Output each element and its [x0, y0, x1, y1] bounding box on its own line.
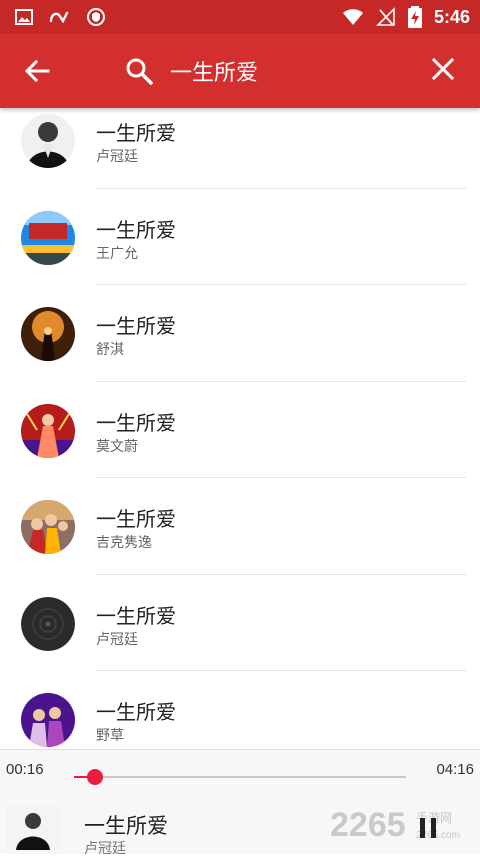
result-item[interactable]: 一生所爱 吉克隽逸: [0, 478, 480, 575]
vinyl-record-icon: [21, 596, 75, 651]
now-playing-title: 一生所爱: [84, 814, 168, 838]
song-title: 一生所爱: [96, 410, 176, 435]
shield-icon: [87, 8, 105, 26]
pause-icon[interactable]: [414, 814, 442, 842]
song-artist: 莫文蔚: [96, 438, 138, 455]
cloud-music-icon: [49, 11, 69, 24]
status-bar: 5:46: [0, 0, 480, 34]
now-playing-artist: 卢冠廷: [84, 841, 126, 857]
album-cover-stage-icon: [21, 693, 75, 747]
song-artist: 卢冠廷: [96, 631, 138, 648]
album-cover-movie-icon: [21, 307, 75, 361]
album-cover-performer-icon: [21, 403, 75, 458]
song-title: 一生所爱: [96, 217, 176, 242]
elapsed-time: 00:16: [6, 761, 44, 778]
status-time: 5:46: [433, 6, 470, 27]
search-app-bar: [0, 34, 480, 108]
wifi-icon: [342, 9, 363, 25]
song-artist: 卢冠廷: [96, 149, 138, 165]
clear-search-icon[interactable]: [428, 54, 458, 84]
site-watermark-logo: 2265 手游网 2265.com: [330, 806, 460, 844]
now-playing-cover[interactable]: [6, 806, 60, 850]
mini-player: 00:16 04:16 一生所爱 卢冠廷 2265 手游网 2265.com: [0, 749, 480, 857]
song-title: 一生所爱: [96, 507, 176, 531]
result-item[interactable]: 一生所爱 舒淇: [0, 285, 480, 382]
result-item[interactable]: 一生所爱 野草: [0, 671, 480, 749]
status-system-icons: 5:46: [342, 6, 470, 28]
result-item[interactable]: 一生所爱 莫文蔚: [0, 382, 480, 478]
song-title: 一生所爱: [96, 700, 176, 724]
result-item[interactable]: 一生所爱 卢冠廷: [0, 575, 480, 671]
no-signal-icon: [376, 7, 395, 26]
battery-charging-icon: [407, 6, 422, 28]
song-artist: 吉克隽逸: [96, 535, 152, 551]
song-artist: 王广允: [96, 245, 138, 262]
song-title: 一生所爱: [96, 603, 176, 628]
search-results-list: 一生所爱 卢冠廷 一生所爱 王广允 一生所爱 舒淇 一生所爱 莫文蔚 一生所爱 …: [0, 92, 480, 749]
song-artist: 野草: [96, 728, 124, 744]
gallery-icon: [15, 9, 33, 25]
seek-bar[interactable]: [74, 769, 406, 785]
album-cover-group-icon: [21, 500, 75, 554]
seek-thumb[interactable]: [86, 769, 103, 785]
album-cover-portrait-icon: [21, 114, 75, 168]
svg-text:2265: 2265: [330, 806, 406, 844]
song-title: 一生所爱: [96, 121, 176, 145]
search-input[interactable]: [170, 52, 390, 90]
result-item[interactable]: 一生所爱 王广允: [0, 189, 480, 285]
song-title: 一生所爱: [96, 314, 176, 338]
song-artist: 舒淇: [96, 342, 124, 358]
album-cover-poster-icon: [21, 210, 75, 265]
status-notification-icons: [14, 7, 106, 27]
back-arrow-icon[interactable]: [20, 54, 54, 88]
total-time: 04:16: [436, 761, 474, 778]
search-icon: [126, 58, 153, 85]
